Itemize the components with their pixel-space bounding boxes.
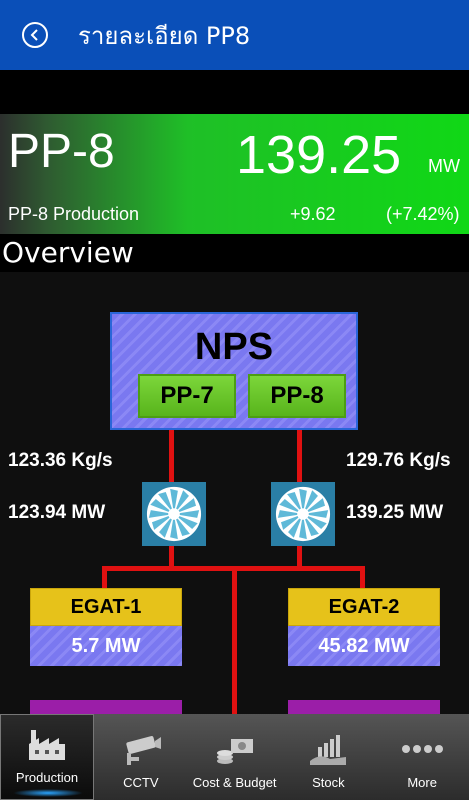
factory-icon <box>29 730 65 760</box>
wire-right-vertical-top <box>297 430 302 482</box>
turbine-fan-icon <box>275 486 331 542</box>
nav-stock[interactable]: Stock <box>282 714 376 800</box>
nav-production-label: Production <box>15 770 79 785</box>
next-unit-left <box>30 700 182 714</box>
turbine-right[interactable] <box>271 482 335 546</box>
page-title: รายละเอียด PP8 <box>78 21 251 50</box>
turbine-left[interactable] <box>142 482 206 546</box>
production-change: +9.62 <box>290 204 336 224</box>
turbine-fan-icon <box>146 486 202 542</box>
app-bar: รายละเอียด PP8 <box>0 0 469 70</box>
production-unit: MW <box>428 156 460 176</box>
back-button[interactable] <box>22 22 48 48</box>
next-unit-right <box>288 700 440 714</box>
production-summary: PP-8 139.25 MW PP-8 Production +9.62 (+7… <box>0 114 469 234</box>
nav-more-label: More <box>407 775 437 790</box>
pp8-button[interactable]: PP-8 <box>248 374 346 418</box>
nav-cost-budget[interactable]: Cost & Budget <box>188 714 282 800</box>
production-value: 139.25 <box>236 125 402 185</box>
production-change-percent: (+7.42%) <box>386 204 460 224</box>
pp7-button[interactable]: PP-7 <box>138 374 236 418</box>
left-power: 123.94 MW <box>8 502 106 523</box>
more-dots-icon <box>402 745 444 753</box>
nps-box: NPS PP-7 PP-8 <box>110 312 358 430</box>
nav-cctv[interactable]: CCTV <box>94 714 188 800</box>
stock-chart-icon <box>310 735 347 765</box>
wire-bus-left-drop <box>102 566 107 588</box>
bottom-nav: Production CCTV Cost & Budget Stock More <box>0 714 469 800</box>
overview-heading: Overview <box>2 236 134 269</box>
egat1-value: 5.7 MW <box>30 626 182 666</box>
right-flow-rate: 129.76 Kg/s <box>346 450 451 471</box>
egat2-value: 45.82 MW <box>288 626 440 666</box>
money-icon <box>216 739 253 764</box>
wire-center-vertical <box>232 566 237 714</box>
nav-production[interactable]: Production <box>0 714 94 800</box>
chevron-left-icon <box>30 29 38 41</box>
nav-stock-label: Stock <box>312 775 345 790</box>
nps-label: NPS <box>194 326 274 368</box>
overview-diagram: NPS PP-7 PP-8 123.36 Kg/s 129.76 Kg/s 12… <box>0 272 469 714</box>
wire-bus-right-drop <box>360 566 365 588</box>
production-subtitle: PP-8 Production <box>8 204 140 224</box>
nav-cost-budget-label: Cost & Budget <box>192 775 277 790</box>
right-power: 139.25 MW <box>346 502 444 523</box>
left-flow-rate: 123.36 Kg/s <box>8 450 113 471</box>
plant-name: PP-8 <box>8 125 115 178</box>
egat1-label[interactable]: EGAT-1 <box>30 588 182 626</box>
spacer <box>0 70 469 114</box>
camera-icon <box>126 736 161 765</box>
nav-cctv-label: CCTV <box>123 775 159 790</box>
egat2-label[interactable]: EGAT-2 <box>288 588 440 626</box>
active-indicator <box>13 789 83 797</box>
wire-left-vertical-top <box>169 430 174 482</box>
nav-more[interactable]: More <box>375 714 469 800</box>
